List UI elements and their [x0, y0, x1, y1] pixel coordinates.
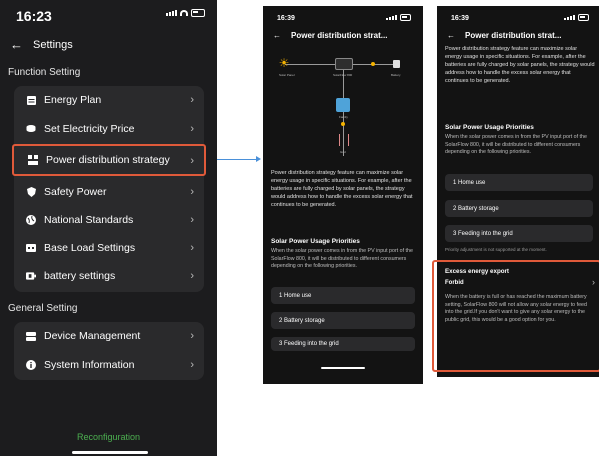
intro-text: Power distribution strategy feature can …: [445, 46, 595, 84]
battery-status-icon: [400, 14, 411, 21]
base-load-icon: [26, 243, 36, 253]
grid-label: Grid: [340, 150, 346, 154]
priority-option-battery: 2 Battery storage: [445, 200, 593, 217]
menu-item-label: Set Electricity Price: [44, 123, 135, 135]
menu-item-device-management[interactable]: Device Management ›: [14, 322, 204, 350]
signal-icon: [386, 15, 397, 20]
chevron-right-icon: ›: [190, 94, 194, 106]
back-arrow-icon[interactable]: ←: [447, 31, 455, 40]
status-bar: 16:23: [0, 0, 217, 26]
flow-dot: [371, 62, 375, 66]
priority-option-grid: 3 Feeding into the grid: [445, 225, 593, 242]
chevron-right-icon: ›: [190, 330, 194, 342]
battery-icon: [26, 271, 36, 281]
back-arrow-icon[interactable]: ←: [273, 31, 281, 40]
menu-item-label: Base Load Settings: [44, 242, 136, 254]
signal-icon: [166, 10, 177, 16]
priorities-title: Solar Power Usage Priorities: [271, 238, 360, 245]
settings-screen: 16:23 ← Settings Function Setting Energy…: [0, 0, 217, 456]
info-icon: [26, 360, 36, 370]
chevron-right-icon: ›: [190, 359, 194, 371]
priority-note: Priority adjustment is not supported at …: [445, 247, 547, 252]
status-time: 16:39: [451, 15, 469, 22]
back-arrow-icon[interactable]: ←: [10, 37, 23, 52]
menu-item-power-distribution-strategy[interactable]: Power distribution strategy ›: [12, 144, 206, 176]
battery-status-icon: [191, 9, 205, 17]
solarflow-device-icon: [335, 58, 353, 70]
signal-icon: [564, 15, 575, 20]
menu-item-set-electricity-price[interactable]: Set Electricity Price ›: [14, 115, 204, 143]
menu-item-label: Power distribution strategy: [46, 154, 170, 166]
menu-item-base-load-settings[interactable]: Base Load Settings ›: [14, 234, 204, 262]
menu-item-label: Device Management: [44, 330, 141, 342]
coins-icon: [26, 124, 36, 134]
excess-energy-highlight: [432, 260, 599, 372]
priority-option-home: 1 Home use: [445, 174, 593, 191]
page-title: Settings: [33, 38, 73, 51]
general-settings-card: Device Management › System Information ›: [14, 322, 204, 380]
home-icon: [336, 98, 350, 112]
shield-icon: [26, 187, 36, 197]
grid-tower-icon: [339, 134, 349, 146]
status-time: 16:39: [277, 15, 295, 22]
menu-item-label: National Standards: [44, 214, 134, 226]
menu-item-battery-settings[interactable]: battery settings ›: [14, 262, 204, 290]
menu-item-label: System Information: [44, 359, 135, 371]
flow-arrow: [217, 156, 261, 162]
priorities-description: When the solar power comes in from the P…: [271, 248, 413, 269]
distribution-icon: [28, 155, 38, 165]
menu-item-label: Energy Plan: [44, 94, 102, 106]
menu-item-label: Safety Power: [44, 186, 107, 198]
battery-status-icon: [578, 14, 589, 21]
status-time: 16:23: [16, 8, 52, 24]
chevron-right-icon: ›: [190, 242, 194, 254]
menu-item-energy-plan[interactable]: Energy Plan ›: [14, 86, 204, 114]
priority-option-grid: 3 Feeding into the grid: [271, 337, 415, 351]
chevron-right-icon: ›: [190, 123, 194, 135]
device-icon: [26, 331, 36, 341]
intro-text: Power distribution strategy feature can …: [271, 170, 413, 208]
home-indicator: [321, 367, 365, 369]
priorities-title: Solar Power Usage Priorities: [445, 124, 534, 131]
priorities-description: When the solar power comes in from the P…: [445, 134, 587, 155]
menu-item-national-standards[interactable]: National Standards ›: [14, 206, 204, 234]
page-title: Power distribution strat...: [465, 31, 562, 40]
battery-unit-icon: [393, 60, 400, 68]
flow-dot: [341, 122, 345, 126]
chevron-right-icon: ›: [190, 214, 194, 226]
reconfiguration-link[interactable]: Reconfiguration: [0, 432, 217, 442]
calendar-icon: [26, 95, 36, 105]
solarflow-label: SolarFlow 800: [333, 73, 353, 77]
home-label: Family: [339, 115, 348, 119]
section-title-function: Function Setting: [8, 67, 81, 78]
status-bar: 16:39: [437, 6, 599, 32]
chevron-right-icon: ›: [190, 270, 194, 282]
sun-icon: ☀: [278, 56, 290, 70]
menu-item-system-information[interactable]: System Information ›: [14, 351, 204, 379]
status-bar: 16:39: [263, 6, 423, 32]
priority-option-home: 1 Home use: [271, 287, 415, 304]
menu-item-safety-power[interactable]: Safety Power ›: [14, 178, 204, 206]
priority-option-battery: 2 Battery storage: [271, 312, 415, 329]
section-title-general: General Setting: [8, 303, 78, 314]
chevron-right-icon: ›: [190, 155, 194, 167]
power-distribution-screen: 16:39 ← Power distribution strat... ☀ So…: [263, 6, 423, 384]
solar-panel-label: Solar Panel: [279, 73, 295, 77]
home-indicator: [72, 451, 148, 454]
chevron-right-icon: ›: [190, 186, 194, 198]
page-title: Power distribution strat...: [291, 31, 388, 40]
function-settings-card: Energy Plan › Set Electricity Price › Po…: [12, 86, 206, 292]
menu-item-label: battery settings: [44, 270, 116, 282]
battery-label: Battery: [391, 73, 401, 77]
wifi-icon: [180, 10, 188, 16]
globe-icon: [26, 215, 36, 225]
